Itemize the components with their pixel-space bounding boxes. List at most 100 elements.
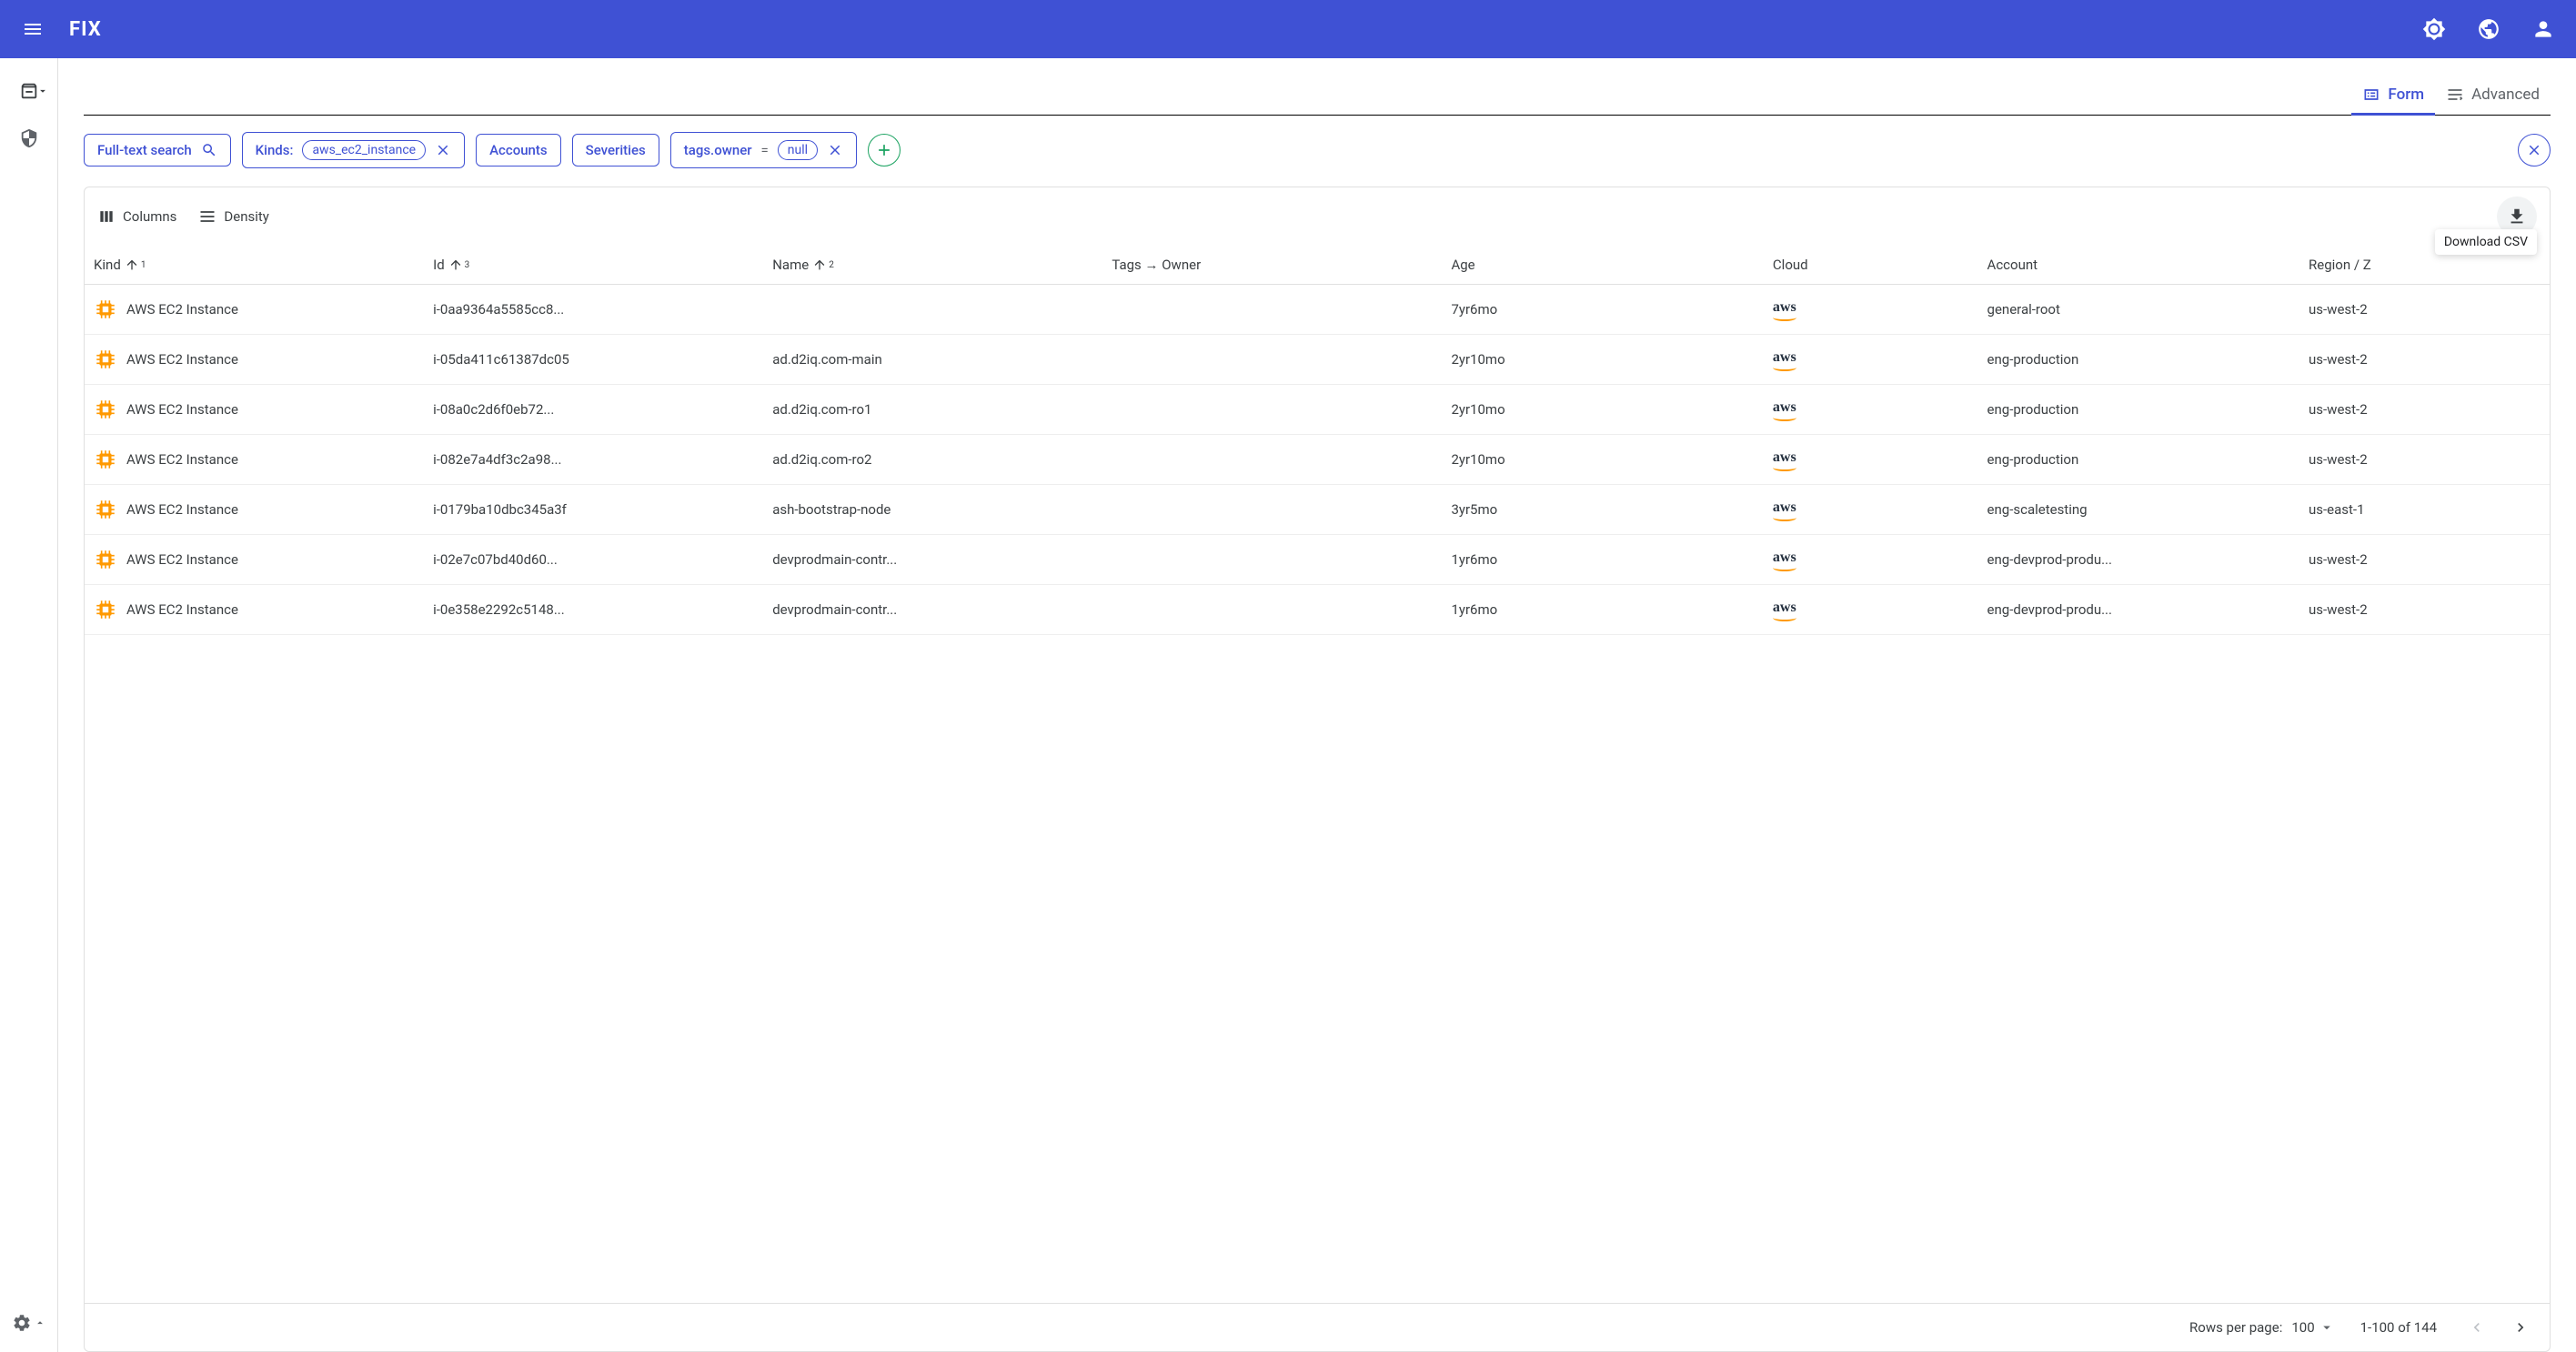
cell-name: ad.d2iq.com-ro2 bbox=[763, 435, 1102, 485]
cell-owner bbox=[1102, 435, 1442, 485]
cell-cloud: aws bbox=[1764, 535, 1978, 585]
cell-cloud: aws bbox=[1764, 435, 1978, 485]
tab-form[interactable]: Form bbox=[2351, 80, 2435, 116]
filter-kinds-value: aws_ec2_instance bbox=[302, 140, 426, 160]
cpu-chip-icon bbox=[94, 598, 117, 621]
table-row[interactable]: AWS EC2 Instance i-02e7c07bd40d60... dev… bbox=[85, 535, 2550, 585]
cell-cloud: aws bbox=[1764, 335, 1978, 385]
filter-fulltext[interactable]: Full-text search bbox=[84, 134, 231, 166]
filter-kinds[interactable]: Kinds: aws_ec2_instance bbox=[242, 132, 465, 168]
next-page-button[interactable] bbox=[2506, 1313, 2535, 1342]
hamburger-icon bbox=[22, 18, 44, 40]
col-name[interactable]: Name 2 bbox=[763, 246, 1102, 285]
dropdown-icon bbox=[2319, 1319, 2335, 1336]
cpu-chip-icon bbox=[94, 448, 117, 471]
col-id[interactable]: Id 3 bbox=[424, 246, 763, 285]
download-icon bbox=[2507, 207, 2527, 227]
close-icon[interactable] bbox=[827, 142, 843, 158]
advanced-icon bbox=[2446, 86, 2464, 104]
cell-region: us-west-2 bbox=[2299, 435, 2550, 485]
prev-page-button[interactable] bbox=[2462, 1313, 2491, 1342]
chevron-right-icon bbox=[2511, 1318, 2530, 1337]
cell-kind: AWS EC2 Instance bbox=[126, 451, 238, 468]
table-row[interactable]: AWS EC2 Instance i-05da411c61387dc05 ad.… bbox=[85, 335, 2550, 385]
cell-region: us-west-2 bbox=[2299, 335, 2550, 385]
col-cloud[interactable]: Cloud bbox=[1764, 246, 1978, 285]
plus-icon bbox=[875, 141, 893, 159]
cell-id: i-0aa9364a5585cc8... bbox=[424, 285, 763, 335]
filter-kinds-label: Kinds: bbox=[256, 142, 294, 158]
app-header: FIX bbox=[0, 0, 2576, 58]
cell-id: i-0179ba10dbc345a3f bbox=[424, 485, 763, 535]
table-row[interactable]: AWS EC2 Instance i-08a0c2d6f0eb72... ad.… bbox=[85, 385, 2550, 435]
person-icon bbox=[2531, 17, 2555, 41]
sidebar-settings[interactable] bbox=[7, 1301, 51, 1345]
cell-account: eng-devprod-produ... bbox=[1978, 535, 2299, 585]
language-button[interactable] bbox=[2470, 11, 2507, 47]
chevron-down-icon bbox=[36, 85, 49, 97]
table-row[interactable]: AWS EC2 Instance i-0e358e2292c5148... de… bbox=[85, 585, 2550, 635]
results-table: Columns Density Download CSV bbox=[84, 187, 2551, 1352]
cell-name: ad.d2iq.com-main bbox=[763, 335, 1102, 385]
cell-cloud: aws bbox=[1764, 585, 1978, 635]
table-row[interactable]: AWS EC2 Instance i-082e7a4df3c2a98... ad… bbox=[85, 435, 2550, 485]
cell-cloud: aws bbox=[1764, 485, 1978, 535]
cell-age: 2yr10mo bbox=[1442, 385, 1763, 435]
sidebar bbox=[0, 58, 58, 1352]
col-kind[interactable]: Kind 1 bbox=[85, 246, 424, 285]
cell-region: us-west-2 bbox=[2299, 535, 2550, 585]
cell-age: 3yr5mo bbox=[1442, 485, 1763, 535]
filter-accounts[interactable]: Accounts bbox=[476, 134, 561, 166]
filter-tag[interactable]: tags.owner = null bbox=[670, 132, 857, 168]
query-tabs: Form Advanced bbox=[84, 80, 2551, 116]
table-row[interactable]: AWS EC2 Instance i-0aa9364a5585cc8... 7y… bbox=[85, 285, 2550, 335]
add-filter-button[interactable] bbox=[868, 134, 901, 166]
cell-kind: AWS EC2 Instance bbox=[126, 601, 238, 618]
rows-per-page-select[interactable]: 100 bbox=[2291, 1319, 2334, 1336]
sidebar-item-security[interactable] bbox=[7, 116, 51, 160]
columns-button[interactable]: Columns bbox=[97, 207, 176, 226]
tab-advanced[interactable]: Advanced bbox=[2435, 80, 2551, 116]
cell-kind: AWS EC2 Instance bbox=[126, 551, 238, 568]
filter-tag-value: null bbox=[778, 140, 818, 160]
chevron-up-icon bbox=[34, 1317, 46, 1329]
cell-owner bbox=[1102, 285, 1442, 335]
theme-toggle[interactable] bbox=[2416, 11, 2452, 47]
col-account[interactable]: Account bbox=[1978, 246, 2299, 285]
brightness-icon bbox=[2422, 17, 2446, 41]
cell-kind: AWS EC2 Instance bbox=[126, 501, 238, 518]
settings-icon bbox=[12, 1313, 32, 1333]
clear-filters-button[interactable] bbox=[2518, 134, 2551, 166]
cell-region: us-west-2 bbox=[2299, 285, 2550, 335]
col-age[interactable]: Age bbox=[1442, 246, 1763, 285]
arrow-up-icon bbox=[125, 257, 139, 272]
cell-name: devprodmain-contr... bbox=[763, 535, 1102, 585]
table-row[interactable]: AWS EC2 Instance i-0179ba10dbc345a3f ash… bbox=[85, 485, 2550, 535]
cpu-chip-icon bbox=[94, 548, 117, 571]
density-button[interactable]: Density bbox=[198, 207, 268, 226]
menu-button[interactable] bbox=[15, 11, 51, 47]
columns-icon bbox=[97, 207, 116, 226]
filter-severities[interactable]: Severities bbox=[572, 134, 659, 166]
table-toolbar: Columns Density Download CSV bbox=[85, 187, 2550, 246]
arrow-up-icon bbox=[448, 257, 463, 272]
tab-advanced-label: Advanced bbox=[2471, 86, 2540, 104]
cell-account: general-root bbox=[1978, 285, 2299, 335]
sidebar-item-inventory[interactable] bbox=[7, 69, 51, 113]
col-tags-owner[interactable]: Tags → Owner bbox=[1102, 246, 1442, 285]
arrow-up-icon bbox=[812, 257, 827, 272]
account-button[interactable] bbox=[2525, 11, 2561, 47]
close-icon[interactable] bbox=[435, 142, 451, 158]
cell-name: ash-bootstrap-node bbox=[763, 485, 1102, 535]
cell-account: eng-production bbox=[1978, 335, 2299, 385]
chevron-left-icon bbox=[2468, 1318, 2486, 1337]
cell-age: 1yr6mo bbox=[1442, 585, 1763, 635]
cell-name: ad.d2iq.com-ro1 bbox=[763, 385, 1102, 435]
filter-tag-key: tags.owner bbox=[684, 142, 752, 158]
cell-kind: AWS EC2 Instance bbox=[126, 351, 238, 368]
cell-id: i-0e358e2292c5148... bbox=[424, 585, 763, 635]
cell-region: us-west-2 bbox=[2299, 585, 2550, 635]
cell-owner bbox=[1102, 485, 1442, 535]
cell-owner bbox=[1102, 535, 1442, 585]
cell-kind: AWS EC2 Instance bbox=[126, 301, 238, 318]
